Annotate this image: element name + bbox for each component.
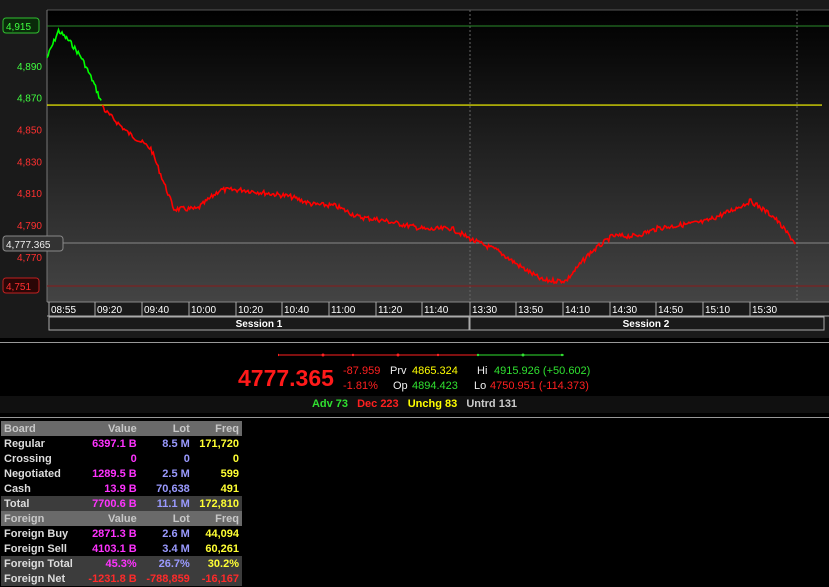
- table-row: Foreign Buy 2871.3 B 2.6 M 44,094: [1, 526, 242, 541]
- high-label: Hi: [477, 365, 488, 377]
- x-tick-label: 15:10: [705, 305, 730, 316]
- intraday-chart[interactable]: 4,890 4,870 4,850 4,830 4,810 4,790 4,770 4,915…: [0, 0, 829, 338]
- decliners: Dec 223: [357, 398, 399, 410]
- x-tick-label: 13:50: [518, 305, 543, 316]
- col-lot: Lot: [139, 421, 193, 436]
- x-tick-label: 10:40: [284, 305, 309, 316]
- y-tick-label: 4,890: [17, 62, 42, 73]
- foreign-total-row: Foreign Total 45.3% 26.7% 30.2%: [1, 556, 242, 571]
- y-tick-label: 4,810: [17, 189, 42, 200]
- low-marker: 4,751: [2, 277, 40, 294]
- chart-svg: 4,890 4,870 4,850 4,830 4,810 4,790 4,770 4,915…: [0, 0, 829, 338]
- y-tick-label: 4,790: [17, 221, 42, 232]
- foreign-net-row: Foreign Net -1231.8 B -788,859 -16,167: [1, 571, 242, 586]
- high-marker-text: 4,915: [6, 22, 31, 33]
- x-tick-label: 11:00: [331, 305, 356, 316]
- x-tick-label: 13:30: [472, 305, 497, 316]
- x-tick-label: 11:20: [378, 305, 403, 316]
- prev-label: Prv: [390, 365, 407, 377]
- x-tick-label: 11:40: [424, 305, 449, 316]
- x-tick-label: 09:40: [144, 305, 169, 316]
- breadth-row: Adv 73 Dec 223 Unchg 83 Untrd 131: [0, 396, 829, 413]
- y-tick-label: 4,770: [17, 253, 42, 264]
- x-tick-label: 15:30: [752, 305, 777, 316]
- low-value: 4750.951 (-114.373): [490, 380, 589, 392]
- open-value: 4894.423: [412, 380, 458, 392]
- table-row: Regular 6397.1 B 8.5 M 171,720: [1, 436, 242, 451]
- index-change-pct: -1.81%: [343, 380, 378, 392]
- high-value: 4915.926 (+50.602): [494, 365, 591, 377]
- x-tick-label: 10:20: [238, 305, 263, 316]
- open-label: Op: [393, 380, 408, 392]
- untraded: Untrd 131: [466, 398, 518, 410]
- high-marker: 4,915: [2, 17, 40, 34]
- current-marker: 4,777.365: [2, 235, 64, 252]
- index-summary: 4777.365 -87.959 -1.81% Prv 4865.324 Op …: [0, 342, 829, 418]
- table-row: Foreign Sell 4103.1 B 3.4 M 60,261: [1, 541, 242, 556]
- x-tick-label: 14:10: [565, 305, 590, 316]
- x-tick-label: 08:55: [51, 305, 76, 316]
- low-label: Lo: [474, 380, 487, 392]
- col-freq: Freq: [192, 421, 242, 436]
- table-row: Crossing 0 0 0: [1, 451, 242, 466]
- session-1-label: Session 1: [236, 319, 283, 330]
- low-marker-text: 4,751: [6, 282, 31, 293]
- unchanged: Unchg 83: [407, 398, 458, 410]
- x-tick-label: 14:50: [658, 305, 683, 316]
- col-value: Value: [81, 421, 140, 436]
- session-2-label: Session 2: [623, 319, 670, 330]
- table-row: Cash 13.9 B 70,638 491: [1, 481, 242, 496]
- range-indicator: [278, 353, 564, 357]
- index-change: -87.959: [343, 365, 381, 377]
- x-tick-label: 09:20: [97, 305, 122, 316]
- x-tick-label: 10:00: [191, 305, 216, 316]
- foreign-header: Foreign Value Lot Freq: [1, 511, 242, 526]
- y-tick-label: 4,830: [17, 157, 42, 168]
- index-value: 4777.365: [238, 365, 334, 391]
- board-table: Board Value Lot Freq Regular 6397.1 B 8.…: [1, 421, 242, 586]
- current-marker-text: 4,777.365: [6, 240, 51, 251]
- table-row: Negotiated 1289.5 B 2.5 M 599: [1, 466, 242, 481]
- x-tick-label: 14:30: [612, 305, 637, 316]
- y-tick-label: 4,870: [17, 94, 42, 105]
- advancers: Adv 73: [311, 398, 349, 410]
- board-header: Board Value Lot Freq: [1, 421, 242, 436]
- col-board: Board: [1, 421, 82, 436]
- y-tick-label: 4,850: [17, 125, 42, 136]
- prev-value: 4865.324: [412, 365, 458, 377]
- plot-area: [47, 10, 829, 302]
- total-row: Total 7700.6 B 11.1 M 172,810: [1, 496, 242, 511]
